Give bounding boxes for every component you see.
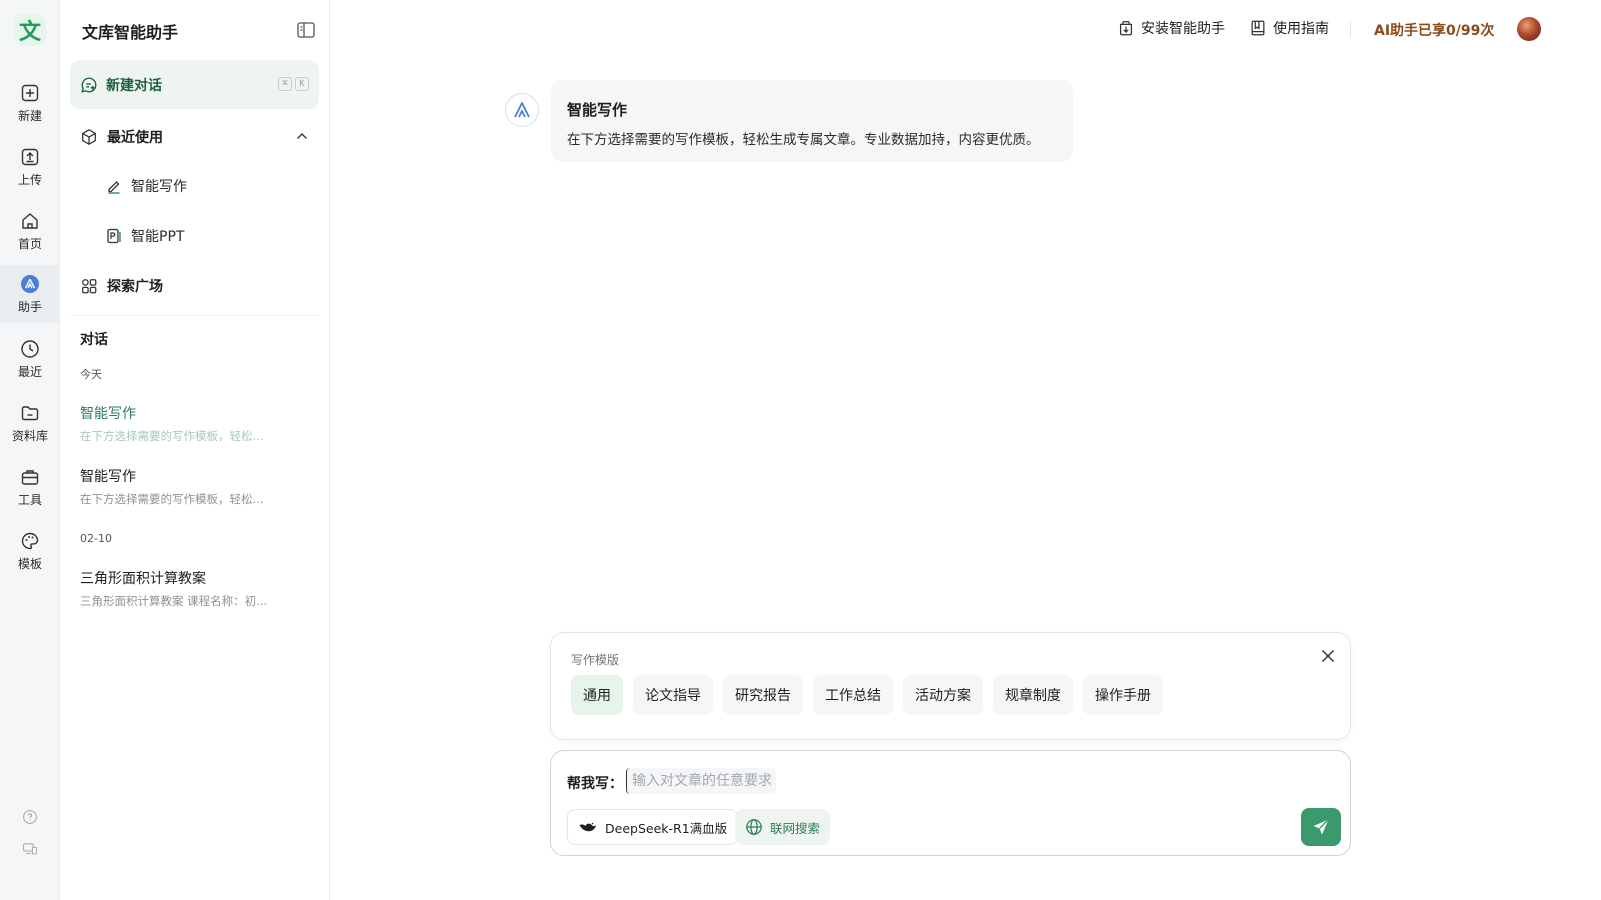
rail-item-upload[interactable]: 上传	[0, 138, 60, 196]
template-panel-label: 写作模版	[571, 653, 620, 667]
ppt-icon	[107, 228, 121, 244]
install-assistant-button[interactable]: 安装智能助手	[1117, 18, 1225, 38]
home-icon	[22, 212, 38, 229]
assistant-icon	[21, 274, 39, 293]
template-chip[interactable]: 研究报告	[723, 675, 803, 715]
assistant-message: 智能写作 在下方选择需要的写作模板，轻松生成专属文章。专业数据加持，内容更优质。	[551, 80, 1073, 162]
conversation-snippet: 在下方选择需要的写作模板，轻松...	[80, 429, 264, 443]
collapse-sidebar-icon[interactable]	[296, 20, 316, 40]
close-icon[interactable]	[1319, 647, 1337, 665]
assistant-avatar	[505, 93, 539, 127]
conversation-item[interactable]: 智能写作 在下方选择需要的写作模板，轻松...	[80, 403, 310, 444]
sidebar: 文库智能助手 新建对话 ⌘ K 最近使用 智能写作 智能PPT 探索广场 对话 …	[60, 0, 330, 900]
message-title: 智能写作	[567, 101, 628, 119]
rail-item-library[interactable]: 资料库	[0, 394, 60, 452]
rail-item-recent[interactable]: 最近	[0, 330, 60, 388]
conversation-title: 智能写作	[80, 469, 136, 485]
recent-item-smart-writing[interactable]: 智能写作	[106, 176, 187, 196]
device-icon[interactable]	[20, 839, 40, 859]
quota-badge[interactable]: AI助手已享0/99次	[1374, 20, 1494, 40]
recent-section-header[interactable]: 最近使用	[80, 127, 163, 147]
explore-plaza[interactable]: 探索广场	[80, 276, 163, 296]
composer: 帮我写： DeepSeek-R1满血版 联网搜索	[550, 750, 1351, 856]
group-label-today: 今天	[80, 368, 102, 381]
new-chat-button[interactable]: 新建对话 ⌘ K	[70, 60, 319, 109]
template-chip[interactable]: 活动方案	[903, 675, 983, 715]
conversation-item[interactable]: 三角形面积计算教案 三角形面积计算教案 课程名称：初...	[80, 568, 310, 609]
kbd-cmd: ⌘	[278, 77, 292, 91]
upload-icon	[21, 148, 39, 165]
composer-prefix: 帮我写：	[567, 776, 623, 792]
rail-item-home[interactable]: 首页	[0, 202, 60, 260]
toolbox-icon	[21, 469, 39, 485]
template-chip[interactable]: 操作手册	[1083, 675, 1163, 715]
conversation-snippet: 三角形面积计算教案 课程名称：初...	[80, 594, 268, 608]
writing-template-panel: 写作模版 通用 论文指导 研究报告 工作总结 活动方案 规章制度 操作手册	[550, 632, 1351, 740]
rail-item-new[interactable]: 新建	[0, 74, 60, 132]
web-search-toggle[interactable]: 联网搜索	[735, 809, 831, 845]
user-guide-button[interactable]: 使用指南	[1249, 18, 1329, 38]
rail-item-templates[interactable]: 模板	[0, 522, 60, 580]
kbd-k: K	[295, 77, 309, 91]
install-icon	[1119, 21, 1133, 36]
new-chat-label: 新建对话	[106, 77, 162, 94]
message-text: 在下方选择需要的写作模板，轻松生成专属文章。专业数据加持，内容更优质。	[567, 132, 1040, 148]
deepseek-whale-icon	[579, 822, 596, 832]
conversation-title: 智能写作	[80, 406, 136, 422]
template-chips: 通用 论文指导 研究报告 工作总结 活动方案 规章制度 操作手册	[571, 675, 1163, 715]
palette-icon	[21, 532, 39, 549]
conversation-title: 三角形面积计算教案	[80, 571, 206, 587]
model-selector-button[interactable]: DeepSeek-R1满血版	[567, 809, 739, 845]
cube-icon	[82, 129, 96, 145]
clock-icon	[21, 339, 39, 358]
folder-icon	[21, 405, 39, 420]
prompt-input[interactable]	[626, 768, 776, 794]
globe-icon	[746, 819, 762, 835]
send-icon	[1313, 819, 1329, 835]
template-chip[interactable]: 论文指导	[633, 675, 713, 715]
conversation-snippet: 在下方选择需要的写作模板，轻松...	[80, 492, 264, 506]
group-label-date: 02-10	[80, 532, 112, 545]
chevron-up-icon[interactable]	[294, 128, 310, 144]
template-chip[interactable]: 工作总结	[813, 675, 893, 715]
plus-square-icon	[21, 84, 39, 101]
assistant-logo-icon	[514, 102, 530, 118]
send-button[interactable]	[1301, 808, 1341, 846]
sidebar-divider	[70, 315, 319, 316]
wenku-logo[interactable]: 文	[14, 14, 46, 46]
grid-icon	[82, 279, 97, 294]
recent-item-smart-ppt[interactable]: 智能PPT	[106, 226, 184, 246]
left-rail: 文 新建 上传 首页 助手 最近 资料库 工具 模板	[0, 0, 60, 900]
template-chip[interactable]: 通用	[571, 675, 623, 715]
new-chat-icon	[81, 77, 97, 93]
book-icon	[1251, 20, 1265, 36]
help-icon[interactable]	[20, 807, 40, 827]
sidebar-title: 文库智能助手	[82, 23, 179, 42]
conversations-heading: 对话	[80, 332, 108, 348]
rail-item-assistant[interactable]: 助手	[0, 265, 60, 323]
header-separator	[1350, 22, 1351, 38]
conversation-item[interactable]: 智能写作 在下方选择需要的写作模板，轻松...	[80, 466, 310, 507]
template-chip[interactable]: 规章制度	[993, 675, 1073, 715]
rail-item-tools[interactable]: 工具	[0, 458, 60, 516]
user-avatar[interactable]	[1517, 17, 1541, 41]
pen-icon	[108, 181, 120, 194]
